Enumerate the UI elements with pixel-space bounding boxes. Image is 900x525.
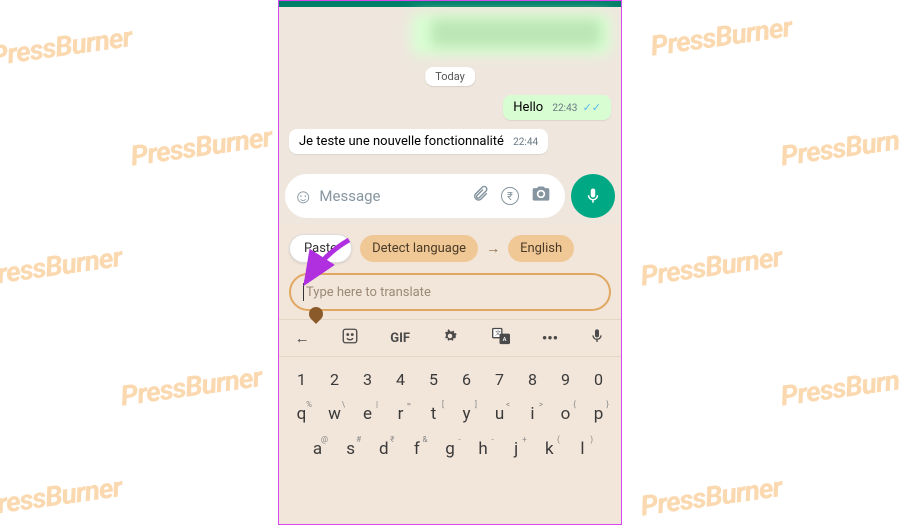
text-caret: [303, 283, 304, 301]
watermark: PressBurner: [0, 240, 124, 292]
settings-icon[interactable]: [441, 327, 459, 349]
keyboard-toolbar: ← GIF 文A •••: [279, 319, 621, 357]
message-text: Je teste une nouvelle fonctionnalité: [299, 134, 504, 149]
watermark: PressBurner: [0, 470, 124, 522]
key-r[interactable]: r=: [384, 398, 417, 430]
key-o[interactable]: o{: [549, 398, 582, 430]
key-l[interactable]: l): [566, 433, 599, 465]
message-outgoing[interactable]: Hello 22:43 ✓✓: [503, 95, 611, 120]
message-time: 22:44: [513, 137, 538, 148]
key-6[interactable]: 6: [450, 364, 483, 395]
key-w[interactable]: w\: [318, 398, 351, 430]
keyboard-zone: Paste Detect language → English Type her…: [279, 224, 621, 524]
paste-button[interactable]: Paste: [289, 234, 352, 263]
message-text: Hello: [513, 100, 543, 115]
qwerty-row-2: a@s#d₹f&g-h-j+k(l): [285, 433, 615, 465]
key-s[interactable]: s#: [334, 433, 367, 465]
watermark: PressBurner: [128, 120, 273, 172]
message-placeholder: Message: [319, 187, 465, 205]
key-i[interactable]: i>: [516, 398, 549, 430]
message-time: 22:43: [552, 103, 577, 114]
chat-area[interactable]: Today Hello 22:43 ✓✓ Je teste une nouvel…: [279, 7, 621, 224]
date-separator: Today: [425, 67, 475, 86]
key-2[interactable]: 2: [318, 364, 351, 395]
watermark: PressBurner: [648, 10, 793, 62]
key-8[interactable]: 8: [516, 364, 549, 395]
svg-text:文: 文: [495, 329, 501, 337]
phone-frame: Today Hello 22:43 ✓✓ Je teste une nouvel…: [278, 0, 622, 525]
back-icon[interactable]: ←: [295, 329, 310, 347]
arrow-right-icon[interactable]: →: [486, 240, 500, 257]
sticker-icon[interactable]: [341, 327, 359, 349]
key-u[interactable]: u<: [483, 398, 516, 430]
watermark: PressBurner: [638, 470, 783, 522]
rupee-icon[interactable]: ₹: [501, 187, 519, 205]
key-e[interactable]: e|: [351, 398, 384, 430]
read-receipt-icon: ✓✓: [583, 101, 601, 114]
watermark: PressBurner: [0, 20, 134, 72]
voice-icon[interactable]: [589, 328, 605, 348]
gif-button[interactable]: GIF: [390, 331, 410, 346]
watermark: PressBurner: [778, 120, 900, 172]
translate-placeholder: Type here to translate: [306, 285, 431, 300]
message-incoming[interactable]: Je teste une nouvelle fonctionnalité 22:…: [289, 129, 548, 154]
key-0[interactable]: 0: [582, 364, 615, 395]
key-q[interactable]: q%: [285, 398, 318, 430]
key-4[interactable]: 4: [384, 364, 417, 395]
key-t[interactable]: t[: [417, 398, 450, 430]
mic-button[interactable]: [571, 174, 615, 218]
key-7[interactable]: 7: [483, 364, 516, 395]
blurred-message-text: [431, 19, 601, 47]
key-p[interactable]: p}: [582, 398, 615, 430]
watermark: PressBurner: [118, 360, 263, 412]
message-input[interactable]: ☺ Message ₹: [285, 174, 565, 218]
key-f[interactable]: f&: [400, 433, 433, 465]
emoji-icon[interactable]: ☺: [293, 184, 313, 209]
watermark: PressBurner: [638, 240, 783, 292]
key-y[interactable]: y]: [450, 398, 483, 430]
camera-icon[interactable]: [531, 184, 551, 208]
key-3[interactable]: 3: [351, 364, 384, 395]
key-a[interactable]: a@: [301, 433, 334, 465]
key-j[interactable]: j+: [500, 433, 533, 465]
attach-icon[interactable]: [471, 185, 489, 207]
key-k[interactable]: k(: [533, 433, 566, 465]
watermark: PressBurner: [778, 360, 900, 412]
number-row: 1234567890: [285, 364, 615, 395]
svg-text:A: A: [502, 337, 506, 343]
key-5[interactable]: 5: [417, 364, 450, 395]
key-g[interactable]: g-: [433, 433, 466, 465]
key-h[interactable]: h-: [467, 433, 500, 465]
key-d[interactable]: d₹: [367, 433, 400, 465]
translate-input[interactable]: Type here to translate: [289, 273, 611, 311]
translate-icon[interactable]: 文A: [491, 326, 511, 350]
key-1[interactable]: 1: [285, 364, 318, 395]
keyboard-keys: 1234567890 q%w\e|r=t[y]u<i>o{p} a@s#d₹f&…: [279, 357, 621, 472]
source-language-pill[interactable]: Detect language: [360, 235, 478, 262]
qwerty-row-1: q%w\e|r=t[y]u<i>o{p}: [285, 398, 615, 430]
target-language-pill[interactable]: English: [508, 235, 574, 262]
key-9[interactable]: 9: [549, 364, 582, 395]
translate-bar: Paste Detect language → English: [279, 224, 621, 267]
more-icon[interactable]: •••: [542, 329, 558, 347]
message-composer: ☺ Message ₹: [285, 174, 615, 218]
